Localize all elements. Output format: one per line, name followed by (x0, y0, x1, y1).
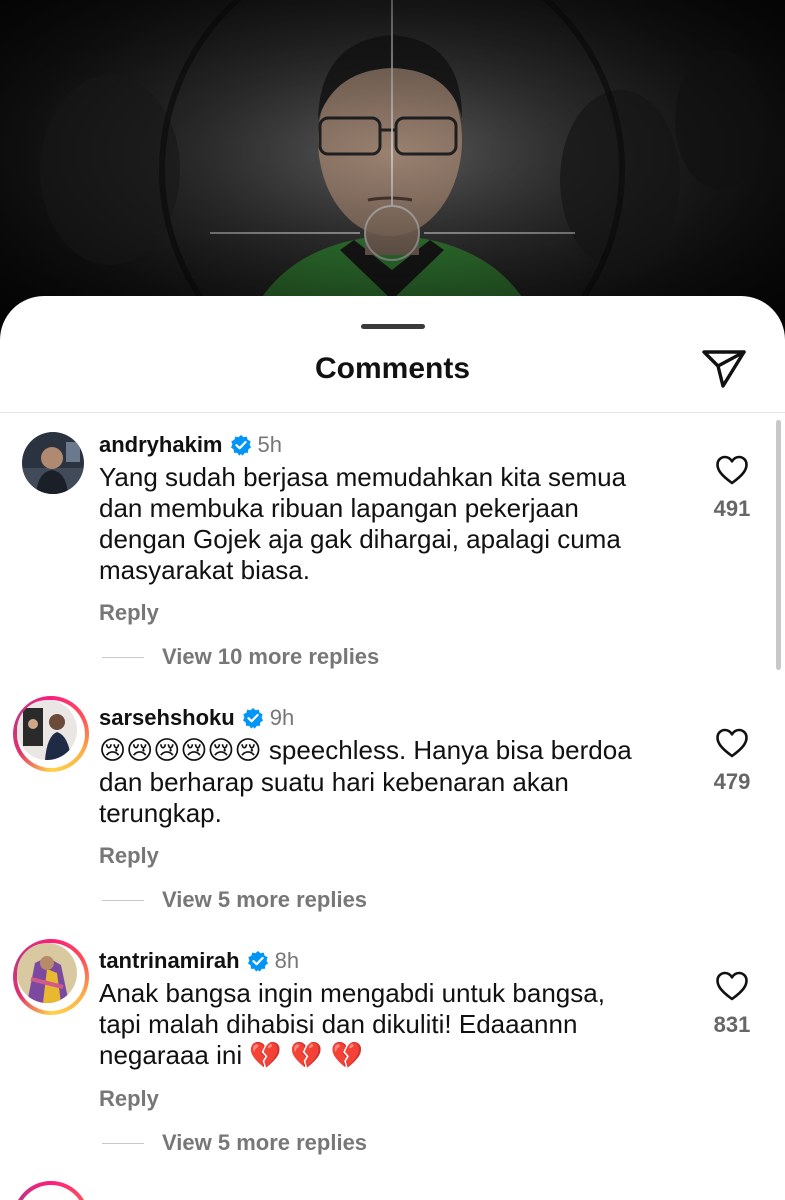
like-control: 479 (708, 727, 756, 795)
timestamp: 8h (274, 948, 300, 973)
heart-icon[interactable] (715, 727, 749, 759)
avatar-story-ring[interactable] (13, 939, 89, 1015)
view-replies-label: View 5 more replies (162, 1130, 368, 1155)
header-divider (0, 412, 785, 413)
comment-header: sarsehshoku 9h (99, 703, 294, 733)
username[interactable]: tantrinamirah (99, 948, 240, 974)
timestamp: 5h (257, 432, 282, 457)
instagram-comments-screen: Comments andryhakim 5h Yang sudah berjas… (0, 0, 785, 1200)
video-background (0, 0, 785, 340)
verified-badge-icon (242, 708, 263, 729)
comments-sheet: Comments andryhakim 5h Yang sudah berjas… (0, 296, 785, 1200)
replies-line (102, 656, 144, 658)
like-control: 831 (708, 970, 756, 1038)
reply-button[interactable]: Reply (99, 600, 159, 626)
heart-icon[interactable] (715, 970, 749, 1002)
like-count: 831 (713, 1012, 751, 1037)
comment-text: 😢😢😢😢😢😢 speechless. Hanya bisa berdoa dan… (99, 735, 639, 829)
comment-header: andryhakim 5h (99, 430, 282, 460)
username[interactable]: sarsehshoku (99, 705, 235, 731)
avatar[interactable] (22, 432, 84, 494)
view-replies-button[interactable]: View 10 more replies (102, 644, 379, 670)
comment-text: Anak bangsa ingin mengabdi untuk bangsa,… (99, 978, 639, 1072)
view-replies-button[interactable]: View 5 more replies (102, 1130, 367, 1156)
view-replies-label: View 10 more replies (162, 644, 380, 669)
scrollbar[interactable] (776, 420, 781, 670)
sheet-grabber[interactable] (361, 324, 425, 329)
like-count: 479 (713, 769, 751, 794)
crying-emoji-group: 😢😢😢😢😢😢 (99, 736, 262, 766)
broken-heart-emoji-group: 💔 💔 💔 (249, 1041, 364, 1071)
like-count: 491 (713, 496, 751, 521)
verified-badge-icon (230, 435, 251, 456)
avatar-story-ring[interactable] (13, 696, 89, 772)
avatar-story-ring[interactable] (13, 1181, 89, 1200)
paper-plane-icon[interactable] (701, 348, 747, 390)
heart-icon[interactable] (715, 454, 749, 486)
portrait-image (0, 0, 785, 340)
reply-button[interactable]: Reply (99, 843, 159, 869)
sheet-title: Comments (314, 352, 471, 385)
like-control: 491 (708, 454, 756, 522)
verified-badge-icon (247, 951, 268, 972)
view-replies-button[interactable]: View 5 more replies (102, 887, 367, 913)
comment-text: Yang sudah berjasa memudahkan kita semua… (99, 462, 627, 585)
comment-header: tantrinamirah 8h (99, 946, 299, 976)
username[interactable]: andryhakim (99, 432, 223, 458)
timestamp: 9h (269, 705, 295, 730)
reply-button[interactable]: Reply (99, 1086, 159, 1112)
view-replies-label: View 5 more replies (162, 887, 368, 912)
replies-line (102, 899, 144, 901)
replies-line (102, 1142, 144, 1144)
